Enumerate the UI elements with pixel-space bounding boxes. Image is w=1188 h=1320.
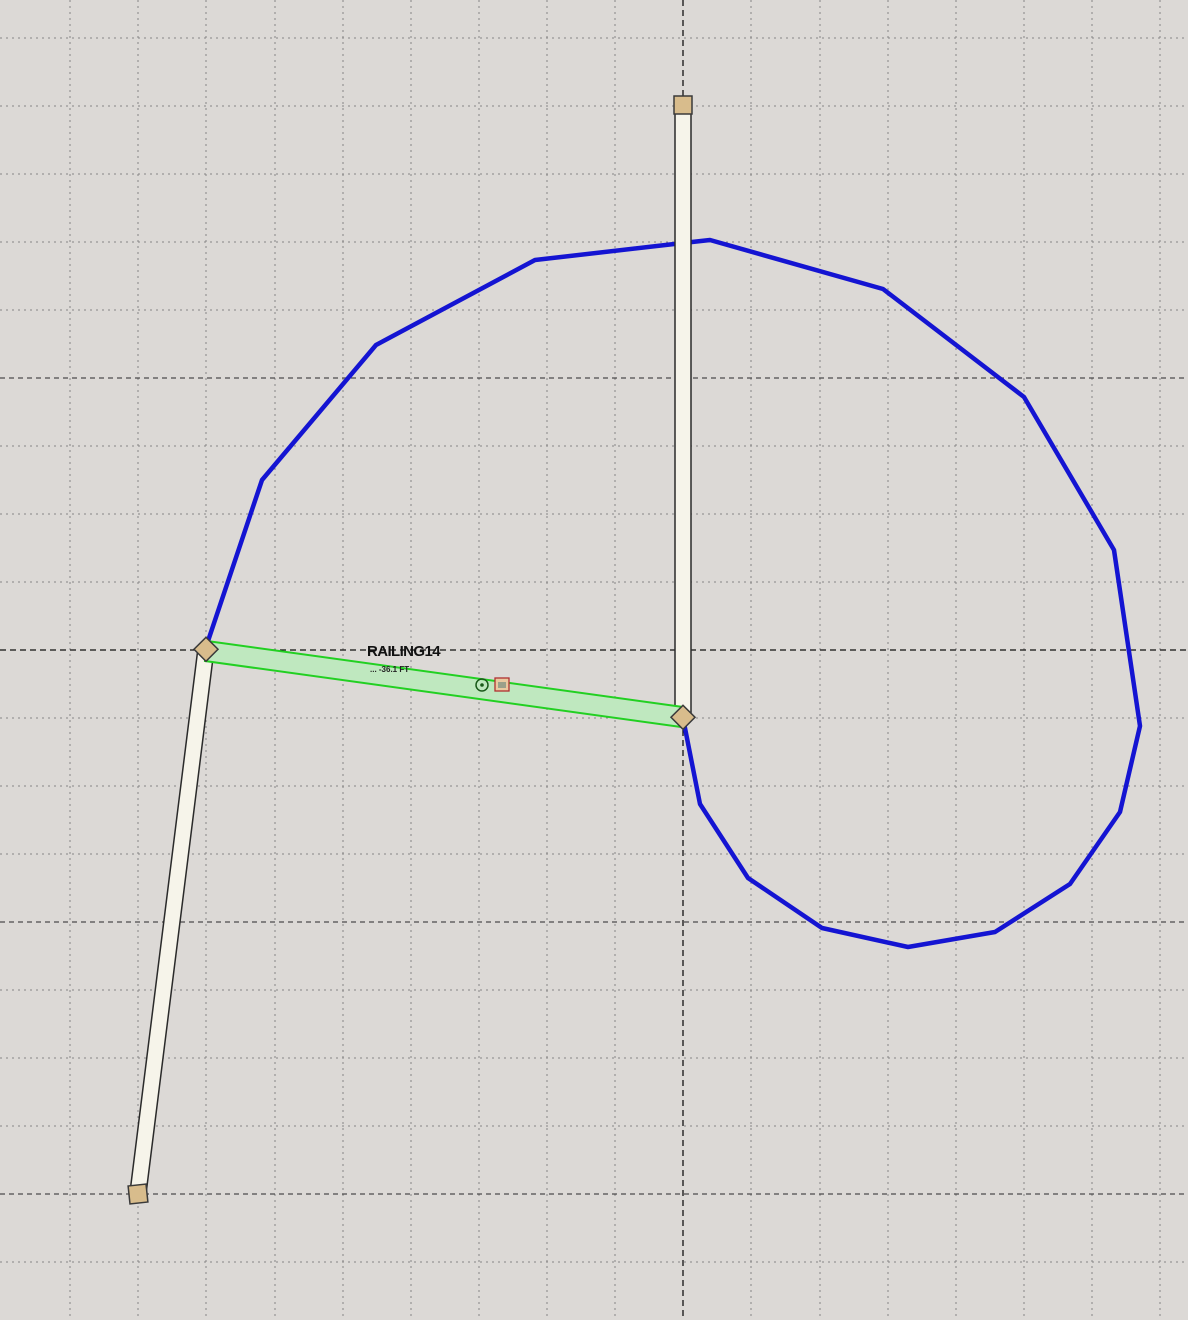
square-grip-icon[interactable] (494, 677, 510, 692)
canvas-background (0, 0, 1188, 1320)
drawing-canvas[interactable]: RAILING14 ... -36.1 FT (0, 0, 1188, 1320)
railing-label: RAILING14 (367, 643, 441, 660)
handle-top-square[interactable] (673, 95, 693, 115)
wall-vertical[interactable] (674, 105, 692, 719)
railing-dimension-label: ... -36.1 FT (370, 665, 409, 674)
handle-bottom-square[interactable] (127, 1183, 149, 1205)
